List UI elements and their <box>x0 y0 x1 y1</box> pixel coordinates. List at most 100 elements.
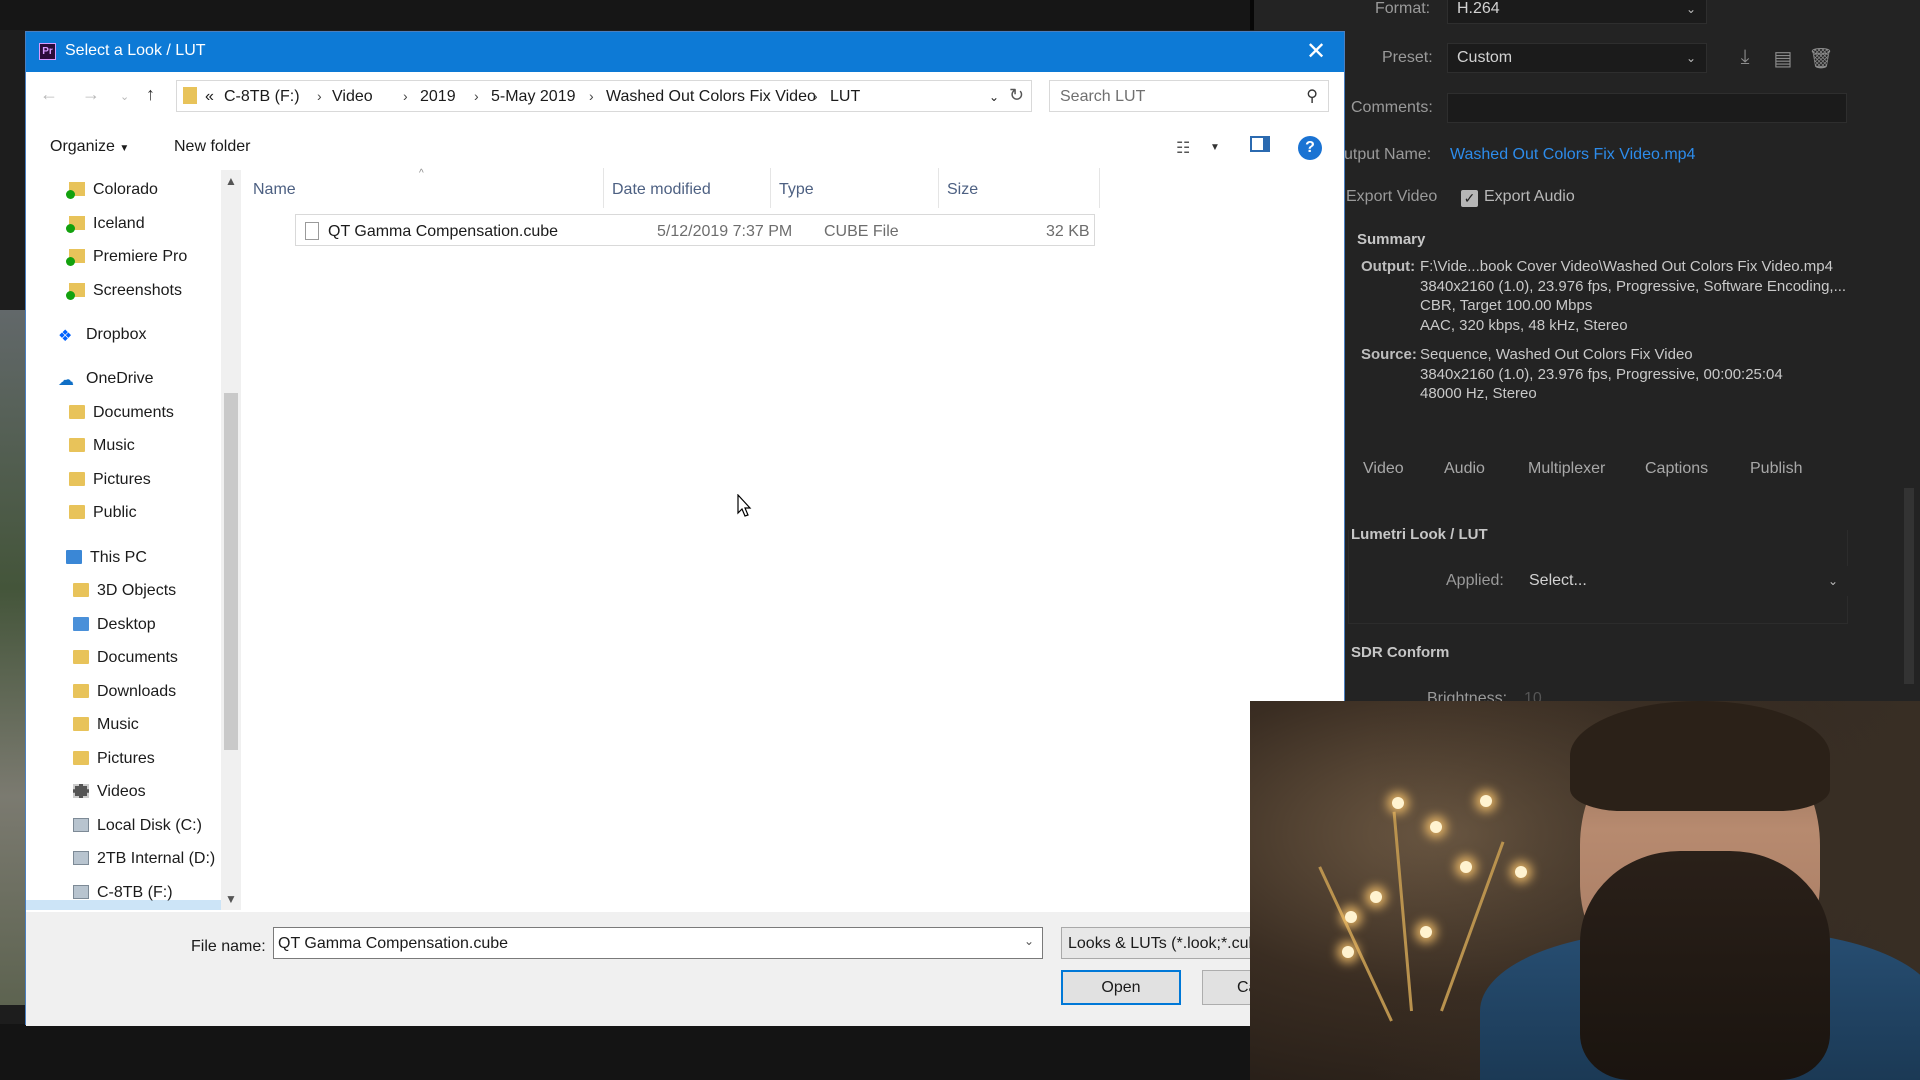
nav-item-local-disk-c[interactable]: Local Disk (C:) <box>73 812 202 840</box>
view-list-icon[interactable]: ☷ <box>1176 138 1190 158</box>
breadcrumb-washed-out[interactable]: Washed Out Colors Fix Video <box>606 88 816 106</box>
overflow-chevron[interactable]: « <box>205 88 214 106</box>
chevron-down-icon[interactable]: ⌄ <box>1024 934 1034 948</box>
nav-item-this-pc[interactable]: This PC <box>66 544 147 572</box>
nav-item-c-8tb-f[interactable]: C-8TB (F:) <box>73 879 173 907</box>
help-icon[interactable]: ? <box>1298 136 1322 160</box>
column-name[interactable]: Name <box>253 181 296 199</box>
recent-locations-chevron-icon[interactable]: ⌄ <box>120 90 129 103</box>
close-icon[interactable]: ✕ <box>1300 37 1332 66</box>
breadcrumb-lut[interactable]: LUT <box>830 88 860 106</box>
pictures-folder-icon <box>73 751 89 765</box>
nav-item-pictures[interactable]: Pictures <box>73 745 155 773</box>
file-name-input[interactable]: QT Gamma Compensation.cube ⌄ <box>273 927 1043 959</box>
column-divider[interactable] <box>1099 168 1100 208</box>
up-arrow-icon[interactable]: ↑ <box>146 84 155 105</box>
chevron-down-icon: ⌄ <box>1685 2 1696 16</box>
nav-item-3d-objects[interactable]: 3D Objects <box>73 577 176 605</box>
sdr-conform-title: SDR Conform <box>1351 644 1450 661</box>
scroll-up-arrow-icon[interactable]: ▲ <box>225 174 237 188</box>
preset-dropdown[interactable]: Custom ⌄ <box>1447 43 1707 73</box>
breadcrumb-drive[interactable]: C-8TB (F:) <box>224 88 300 106</box>
file-size: 32 KB <box>1046 223 1090 240</box>
column-type[interactable]: Type <box>779 181 814 199</box>
nav-item-onedrive-pictures[interactable]: Pictures <box>69 466 151 494</box>
chevron-down-icon: ⌄ <box>1685 51 1696 65</box>
nav-item-label: Pictures <box>97 750 155 767</box>
applied-dropdown[interactable]: Select... ⌄ <box>1519 566 1849 596</box>
output-summary: F:\Vide...book Cover Video\Washed Out Co… <box>1420 257 1846 335</box>
format-dropdown[interactable]: H.264 ⌄ <box>1447 0 1707 24</box>
nav-item-label: This PC <box>90 549 147 566</box>
delete-preset-icon[interactable]: 🗑 <box>1808 46 1834 70</box>
column-divider[interactable] <box>938 168 939 208</box>
column-divider[interactable] <box>603 168 604 208</box>
nav-item-2tb-internal-d[interactable]: 2TB Internal (D:) <box>73 845 215 873</box>
tab-captions[interactable]: Captions <box>1645 460 1708 478</box>
nav-item-premiere-pro[interactable]: Premiere Pro <box>66 243 187 271</box>
output-name-link[interactable]: Washed Out Colors Fix Video.mp4 <box>1450 146 1695 164</box>
save-preset-icon[interactable]: ⤓ <box>1732 46 1758 68</box>
tab-audio[interactable]: Audio <box>1444 460 1485 478</box>
search-icon: ⚲ <box>1306 88 1318 105</box>
nav-item-colorado[interactable]: Colorado <box>66 176 158 204</box>
export-video-checkbox[interactable]: Export Video <box>1346 188 1437 206</box>
new-folder-button[interactable]: New folder <box>174 138 250 156</box>
tab-multiplexer[interactable]: Multiplexer <box>1528 460 1605 478</box>
panel-scrollbar[interactable] <box>1904 488 1914 684</box>
address-dropdown-chevron-icon[interactable]: ⌄ <box>989 90 999 104</box>
nav-item-iceland[interactable]: Iceland <box>66 210 145 238</box>
refresh-icon[interactable]: ↻ <box>1009 85 1024 106</box>
nav-item-label: Iceland <box>93 215 145 232</box>
search-field[interactable]: Search LUT ⚲ <box>1049 80 1329 112</box>
nav-item-onedrive-music[interactable]: Music <box>69 432 135 460</box>
breadcrumb-may-2019[interactable]: 5-May 2019 <box>491 88 576 106</box>
file-date: 5/12/2019 7:37 PM <box>657 223 793 240</box>
nav-item-public[interactable]: Public <box>69 499 137 527</box>
nav-item-onedrive[interactable]: ☁ OneDrive <box>58 365 154 393</box>
nav-item-videos[interactable]: Videos <box>73 778 146 806</box>
nav-item-music[interactable]: Music <box>73 711 139 739</box>
nav-item-screenshots[interactable]: Screenshots <box>66 277 182 305</box>
table-row[interactable]: QT Gamma Compensation.cube 5/12/2019 7:3… <box>295 214 1095 246</box>
nav-item-onedrive-documents[interactable]: Documents <box>69 399 174 427</box>
tab-video[interactable]: Video <box>1363 460 1404 478</box>
import-preset-icon[interactable]: ▤ <box>1770 46 1796 70</box>
navigation-scrollbar[interactable]: ▲ ▼ <box>221 170 241 910</box>
organize-button[interactable]: Organize ▼ <box>50 138 129 156</box>
breadcrumb-2019[interactable]: 2019 <box>420 88 456 106</box>
select-lut-dialog: Pr Select a Look / LUT ✕ ← → ⌄ ↑ « C-8TB… <box>25 31 1346 1026</box>
column-divider[interactable] <box>770 168 771 208</box>
address-bar[interactable]: « C-8TB (F:) › Video › 2019 › 5-May 2019… <box>176 80 1032 112</box>
nav-item-label: Desktop <box>97 616 156 633</box>
preview-pane-icon[interactable] <box>1250 136 1270 152</box>
fairy-light <box>1420 926 1432 938</box>
onedrive-icon: ☁ <box>58 372 74 389</box>
column-date-modified[interactable]: Date modified <box>612 181 711 199</box>
forward-arrow-icon[interactable]: → <box>82 84 100 105</box>
dialog-title-bar[interactable]: Pr Select a Look / LUT ✕ <box>26 32 1344 72</box>
open-button[interactable]: Open <box>1061 970 1181 1005</box>
output-line: F:\Vide...book Cover Video\Washed Out Co… <box>1420 258 1833 275</box>
search-placeholder: Search LUT <box>1060 88 1146 105</box>
nav-item-downloads[interactable]: Downloads <box>73 678 176 706</box>
nav-item-desktop[interactable]: Desktop <box>73 611 156 639</box>
export-audio-checkbox[interactable]: ✓ Export Audio <box>1461 188 1575 207</box>
breadcrumb-video[interactable]: Video <box>332 88 373 106</box>
format-label: Format: <box>1375 0 1431 17</box>
scroll-down-arrow-icon[interactable]: ▼ <box>225 892 237 906</box>
nav-item-dropbox[interactable]: ❖ Dropbox <box>58 321 146 349</box>
column-size[interactable]: Size <box>947 181 978 199</box>
back-arrow-icon[interactable]: ← <box>40 84 58 105</box>
tab-publish[interactable]: Publish <box>1750 460 1802 478</box>
documents-folder-icon <box>73 650 89 664</box>
folder-icon <box>69 505 85 519</box>
nav-item-label: Pictures <box>93 471 151 488</box>
comments-field[interactable] <box>1447 93 1847 123</box>
chevron-right-icon: › <box>403 88 408 104</box>
scroll-thumb[interactable] <box>224 393 238 750</box>
dialog-title: Select a Look / LUT <box>65 42 206 59</box>
view-options-caret-icon[interactable]: ▼ <box>1210 142 1220 153</box>
preset-value: Custom <box>1457 49 1513 66</box>
nav-item-documents[interactable]: Documents <box>73 644 178 672</box>
